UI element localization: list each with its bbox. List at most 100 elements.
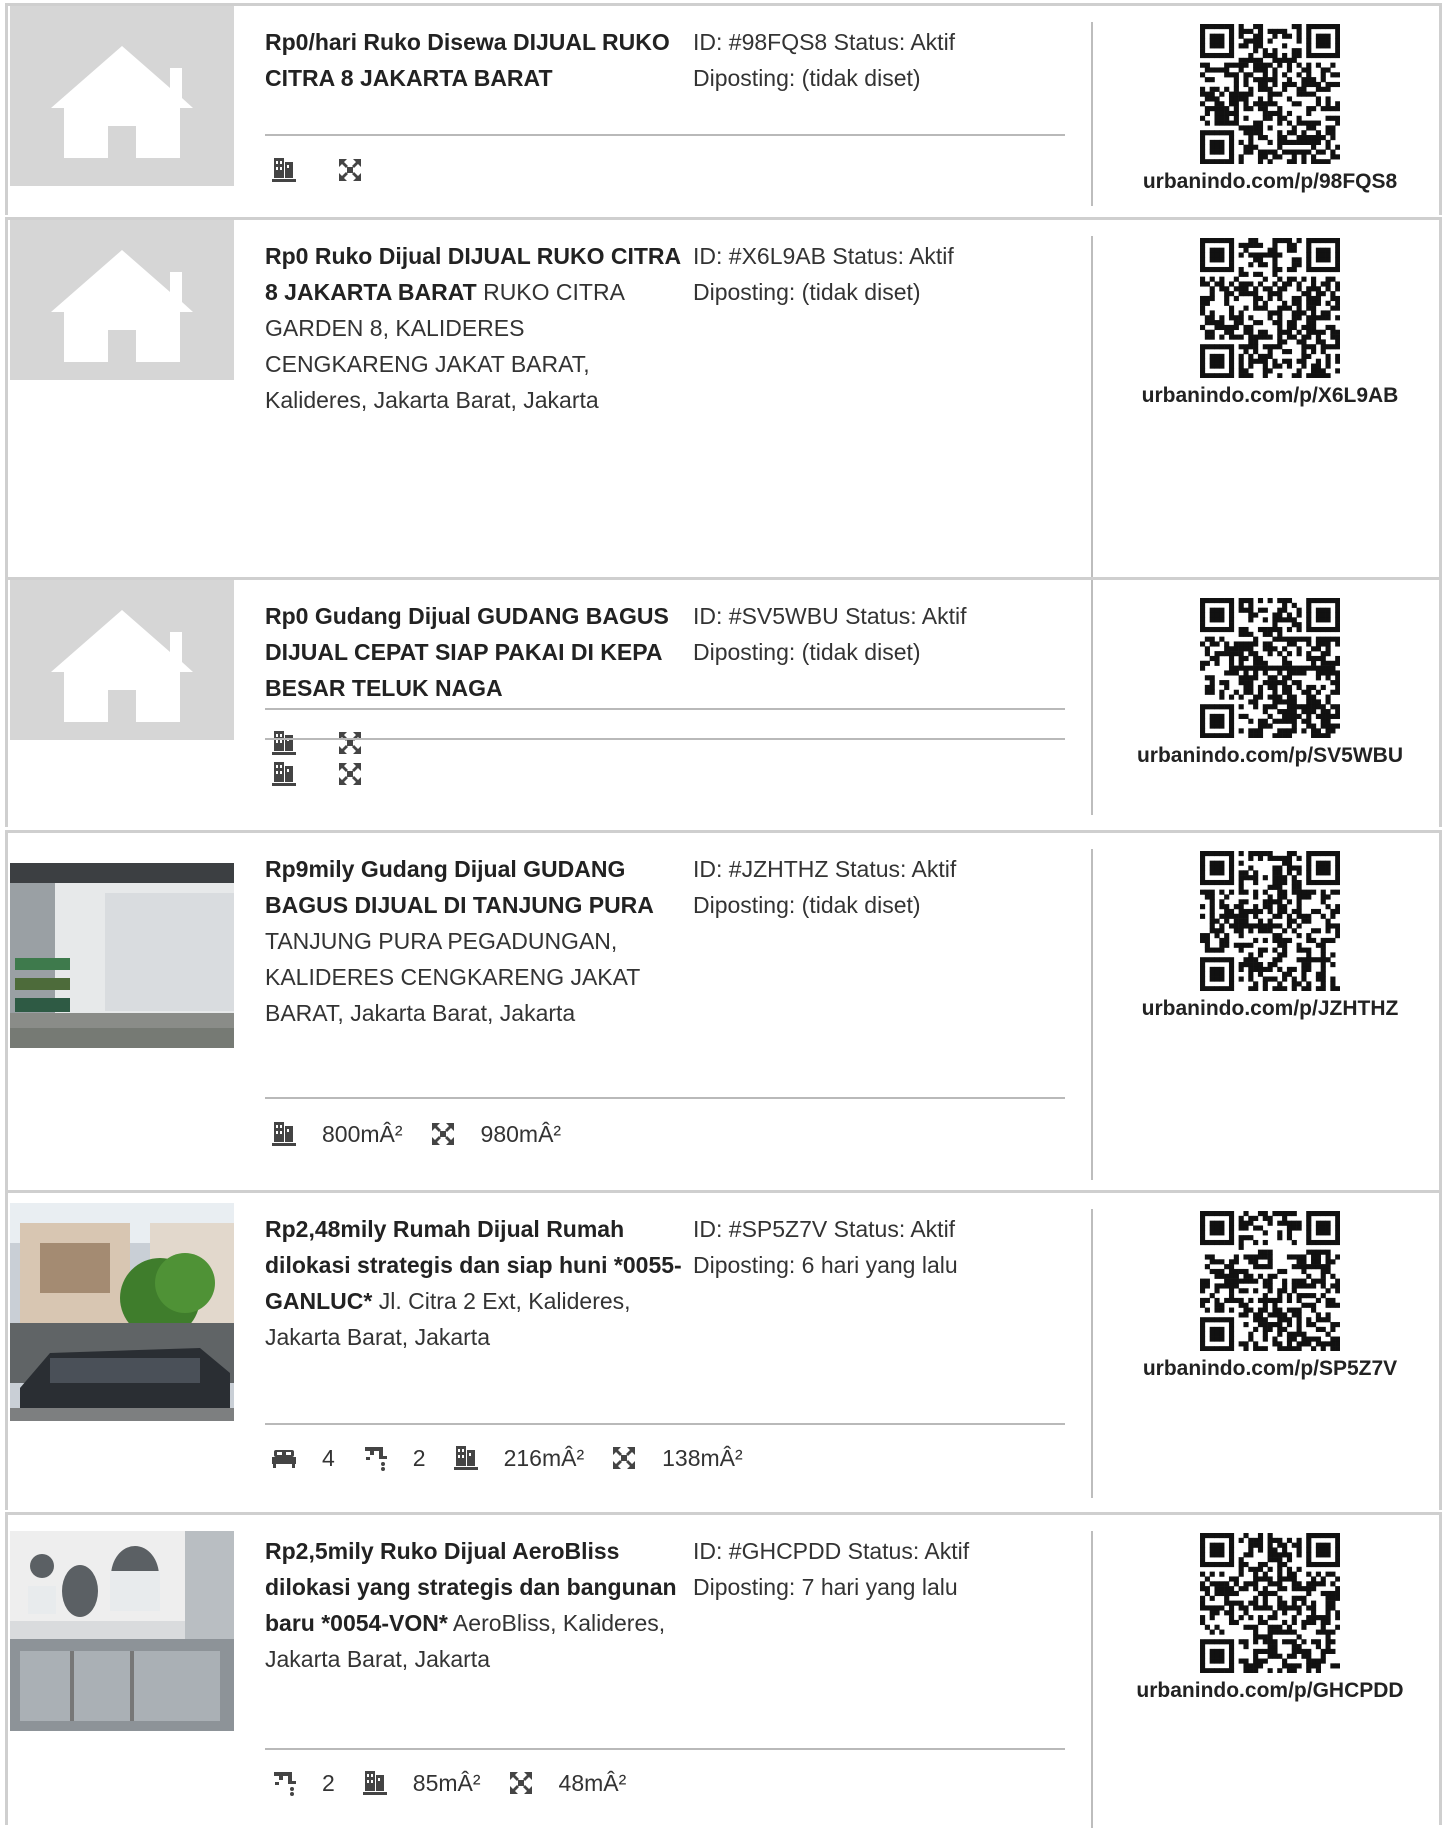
- listing-meta: ID: #SP5Z7V Status: Aktif Diposting: 6 ha…: [693, 1211, 1063, 1283]
- feature-value: 48mÂ²: [558, 1769, 627, 1796]
- listing-id-status: ID: #98FQS8 Status: Aktif: [693, 29, 956, 55]
- listing-posted-date: Diposting: (tidak diset): [693, 639, 921, 665]
- listing-photo[interactable]: [10, 1203, 234, 1421]
- listing-url-link[interactable]: urbanindo.com/p/X6L9AB: [1095, 384, 1445, 408]
- feature-item: 85mÂ²: [361, 1769, 481, 1797]
- listing-posted-date: Diposting: (tidak diset): [693, 279, 921, 305]
- bed-icon: [270, 1444, 298, 1472]
- vertical-divider: [1091, 596, 1093, 815]
- listing-info: Rp2,48mily Rumah Dijual Rumah dilokasi s…: [265, 1211, 688, 1355]
- vertical-divider: [1091, 1209, 1093, 1498]
- building-area-icon: [270, 156, 298, 184]
- listing-meta: ID: #JZHTHZ Status: Aktif Diposting: (tid…: [693, 851, 1063, 923]
- feature-item: 48mÂ²: [507, 1769, 627, 1797]
- listing-info: Rp0 Ruko Dijual DIJUAL RUKO CITRA 8 JAKA…: [265, 238, 688, 418]
- listing-posted-date: Diposting: 6 hari yang lalu: [693, 1252, 958, 1278]
- vertical-divider: [1091, 849, 1093, 1180]
- listing-features: 800mÂ² 980mÂ²: [270, 1116, 587, 1152]
- listing-meta: ID: #GHCPDD Status: Aktif Diposting: 7 ha…: [693, 1533, 1063, 1605]
- listing-id-status: ID: #GHCPDD Status: Aktif: [693, 1538, 970, 1564]
- feature-item: [270, 156, 322, 184]
- listing-address: TANJUNG PURA PEGADUNGAN, KALIDERES CENGK…: [265, 928, 640, 1026]
- building-area-icon: [452, 1444, 480, 1472]
- listing-id-status: ID: #X6L9AB Status: Aktif: [693, 243, 954, 269]
- listing-card[interactable]: Rp2,48mily Rumah Dijual Rumah dilokasi s…: [5, 1190, 1442, 1510]
- listing-divider: [265, 738, 1065, 740]
- feature-item: [336, 760, 388, 788]
- feature-value: 138mÂ²: [662, 1444, 743, 1471]
- vertical-divider: [1091, 1531, 1093, 1828]
- qr-code-icon[interactable]: [1200, 1211, 1341, 1352]
- listing-url-link[interactable]: urbanindo.com/p/SV5WBU: [1095, 744, 1445, 768]
- building-area-icon: [270, 1120, 298, 1148]
- bath-icon: [270, 1769, 298, 1797]
- listing-card[interactable]: Rp0 Ruko Dijual DIJUAL RUKO CITRA 8 JAKA…: [5, 217, 1445, 780]
- building-area-icon: [270, 760, 298, 788]
- building-area-icon: [361, 1769, 389, 1797]
- listing-features: [270, 152, 402, 188]
- listing-photo[interactable]: [10, 1531, 234, 1731]
- listing-url-link[interactable]: urbanindo.com/p/JZHTHZ: [1095, 997, 1445, 1021]
- listing-card[interactable]: Rp0/hari Ruko Disewa DIJUAL RUKO CITRA 8…: [5, 3, 1442, 215]
- qr-code-icon[interactable]: [1200, 598, 1341, 739]
- qr-block: urbanindo.com/p/JZHTHZ: [1095, 851, 1445, 1021]
- listing-divider: [265, 134, 1065, 136]
- land-area-icon: [429, 1120, 457, 1148]
- listing-url-link[interactable]: urbanindo.com/p/GHCPDD: [1095, 1679, 1445, 1703]
- land-area-icon: [507, 1769, 535, 1797]
- feature-item: 2: [270, 1769, 335, 1797]
- vertical-divider: [1091, 22, 1093, 206]
- listing-url-link[interactable]: urbanindo.com/p/SP5Z7V: [1095, 1357, 1445, 1381]
- listing-id-status: ID: #SV5WBU Status: Aktif: [693, 603, 967, 629]
- listing-card[interactable]: Rp0 Gudang Dijual GUDANG BAGUS DIJUAL CE…: [5, 577, 1442, 827]
- land-area-icon: [610, 1444, 638, 1472]
- bath-icon: [361, 1444, 389, 1472]
- feature-item: 800mÂ²: [270, 1120, 403, 1148]
- listing-meta: ID: #98FQS8 Status: Aktif Diposting: (tid…: [693, 24, 1063, 96]
- listing-info: Rp2,5mily Ruko Dijual AeroBliss dilokasi…: [265, 1533, 688, 1677]
- listing-info: Rp9mily Gudang Dijual GUDANG BAGUS DIJUA…: [265, 851, 688, 1031]
- feature-item: 980mÂ²: [429, 1120, 562, 1148]
- listing-title[interactable]: Rp0 Gudang Dijual GUDANG BAGUS DIJUAL CE…: [265, 603, 669, 701]
- qr-code-icon[interactable]: [1200, 851, 1341, 992]
- listing-features: [270, 756, 402, 792]
- listing-meta: ID: #X6L9AB Status: Aktif Diposting: (tid…: [693, 238, 1063, 310]
- feature-value: 2: [412, 1444, 426, 1471]
- feature-value: 4: [322, 1444, 335, 1471]
- home-icon: [51, 46, 193, 158]
- listing-posted-date: Diposting: (tidak diset): [693, 892, 921, 918]
- listing-placeholder-image[interactable]: [10, 220, 234, 380]
- listing-card[interactable]: Rp9mily Gudang Dijual GUDANG BAGUS DIJUA…: [5, 830, 1442, 1190]
- listing-id-status: ID: #SP5Z7V Status: Aktif: [693, 1216, 956, 1242]
- listing-meta: ID: #SV5WBU Status: Aktif Diposting: (tid…: [693, 598, 1063, 670]
- feature-value: 216mÂ²: [503, 1444, 585, 1471]
- qr-block: urbanindo.com/p/X6L9AB: [1095, 238, 1445, 408]
- listing-placeholder-image[interactable]: [10, 580, 234, 740]
- qr-code-icon[interactable]: [1200, 238, 1341, 379]
- feature-item: 4: [270, 1444, 335, 1472]
- listing-url-link[interactable]: urbanindo.com/p/98FQS8: [1095, 170, 1445, 194]
- listing-divider: [265, 1423, 1065, 1425]
- listing-id-status: ID: #JZHTHZ Status: Aktif: [693, 856, 957, 882]
- listing-title[interactable]: Rp9mily Gudang Dijual GUDANG BAGUS DIJUA…: [265, 856, 654, 918]
- listing-divider: [265, 1097, 1065, 1099]
- listing-placeholder-image[interactable]: [10, 6, 234, 186]
- listing-title[interactable]: Rp0/hari Ruko Disewa DIJUAL RUKO CITRA 8…: [265, 29, 670, 91]
- qr-code-icon[interactable]: [1200, 1533, 1341, 1674]
- feature-value: 85mÂ²: [412, 1769, 481, 1796]
- feature-value: 2: [322, 1769, 335, 1796]
- listing-posted-date: Diposting: (tidak diset): [693, 65, 921, 91]
- qr-block: urbanindo.com/p/SP5Z7V: [1095, 1211, 1445, 1381]
- qr-code-icon[interactable]: [1200, 24, 1341, 165]
- land-area-icon: [336, 156, 364, 184]
- listing-features: 4 2 216mÂ² 138mÂ²: [270, 1440, 769, 1476]
- land-area-icon: [336, 760, 364, 788]
- listing-photo[interactable]: [10, 863, 234, 1048]
- qr-block: urbanindo.com/p/SV5WBU: [1095, 598, 1445, 768]
- listing-divider: [265, 1748, 1065, 1750]
- feature-value: 980mÂ²: [480, 1120, 562, 1147]
- listing-posted-date: Diposting: 7 hari yang lalu: [693, 1574, 958, 1600]
- listing-card[interactable]: Rp2,5mily Ruko Dijual AeroBliss dilokasi…: [5, 1512, 1445, 1828]
- listing-info: Rp0 Gudang Dijual GUDANG BAGUS DIJUAL CE…: [265, 598, 688, 706]
- feature-item: 2: [361, 1444, 426, 1472]
